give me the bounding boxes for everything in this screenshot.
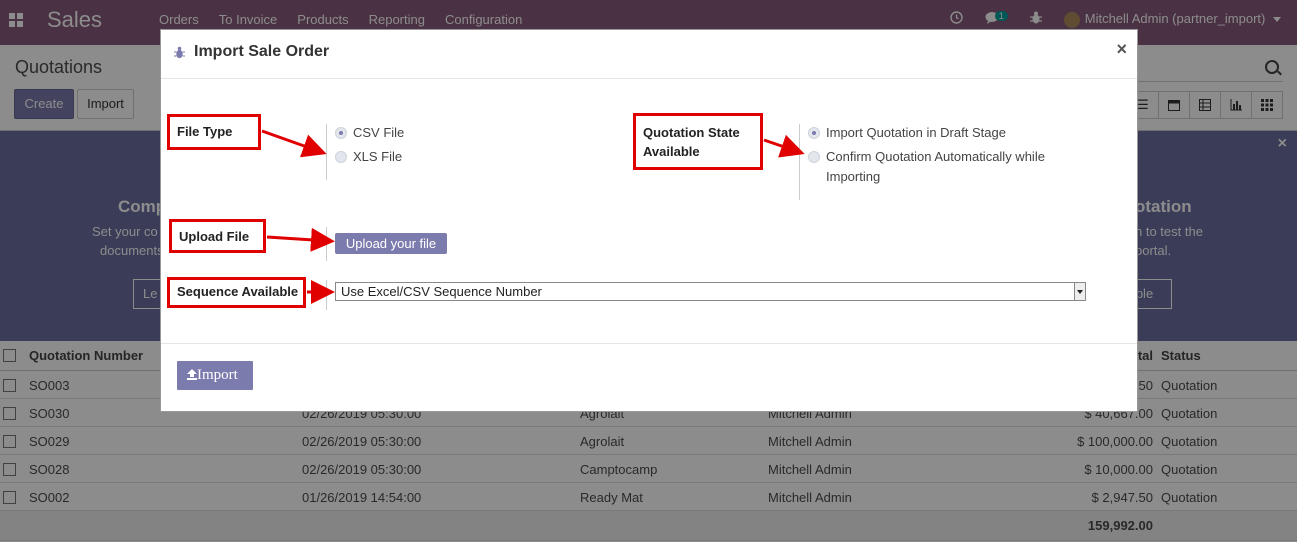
divider xyxy=(799,124,800,200)
upload-file-label: Upload File xyxy=(169,219,266,253)
sequence-select[interactable]: Use Excel/CSV Sequence Number xyxy=(335,282,1086,301)
annotation-arrow xyxy=(266,227,335,252)
dialog-footer-divider xyxy=(161,343,1137,344)
upload-icon xyxy=(187,369,197,380)
sequence-selected-value: Use Excel/CSV Sequence Number xyxy=(341,284,542,299)
quotation-state-label-line: Quotation State xyxy=(643,125,740,140)
upload-file-button[interactable]: Upload your file xyxy=(335,233,447,254)
divider xyxy=(326,227,327,261)
file-type-label-text: File Type xyxy=(177,124,233,139)
bug-icon xyxy=(174,46,185,59)
option-confirm-automatically-line2[interactable]: Importing xyxy=(826,167,880,187)
quotation-state-label-line: Available xyxy=(643,144,700,159)
sequence-label: Sequence Available xyxy=(167,277,306,308)
sequence-label-text: Sequence Available xyxy=(177,284,299,299)
divider xyxy=(326,280,327,310)
annotation-arrow xyxy=(763,134,805,158)
option-csv-file[interactable]: CSV File xyxy=(353,123,404,143)
chevron-down-icon[interactable] xyxy=(1074,283,1085,300)
option-confirm-automatically[interactable]: Confirm Quotation Automatically while xyxy=(826,147,1045,167)
option-xls-file[interactable]: XLS File xyxy=(353,147,402,167)
divider xyxy=(326,124,327,180)
radio-draft-stage[interactable] xyxy=(808,127,820,139)
radio-csv-file[interactable] xyxy=(335,127,347,139)
import-submit-label: Import xyxy=(197,367,238,383)
import-sale-order-dialog: Import Sale Order × File Type CSV File X… xyxy=(160,29,1138,412)
annotation-arrows xyxy=(261,129,805,304)
file-type-label: File Type xyxy=(167,114,261,150)
upload-file-label-text: Upload File xyxy=(179,229,250,244)
radio-xls-file[interactable] xyxy=(335,151,347,163)
annotation-arrow xyxy=(261,129,327,158)
option-draft-stage[interactable]: Import Quotation in Draft Stage xyxy=(826,123,1006,143)
dialog-header: Import Sale Order × xyxy=(161,30,1137,79)
quotation-state-label: Quotation State Available xyxy=(633,113,763,170)
dialog-title: Import Sale Order xyxy=(194,43,330,60)
radio-confirm-automatically[interactable] xyxy=(808,151,820,163)
import-submit-button[interactable]: Import xyxy=(177,361,253,390)
close-icon[interactable]: × xyxy=(1116,39,1127,60)
